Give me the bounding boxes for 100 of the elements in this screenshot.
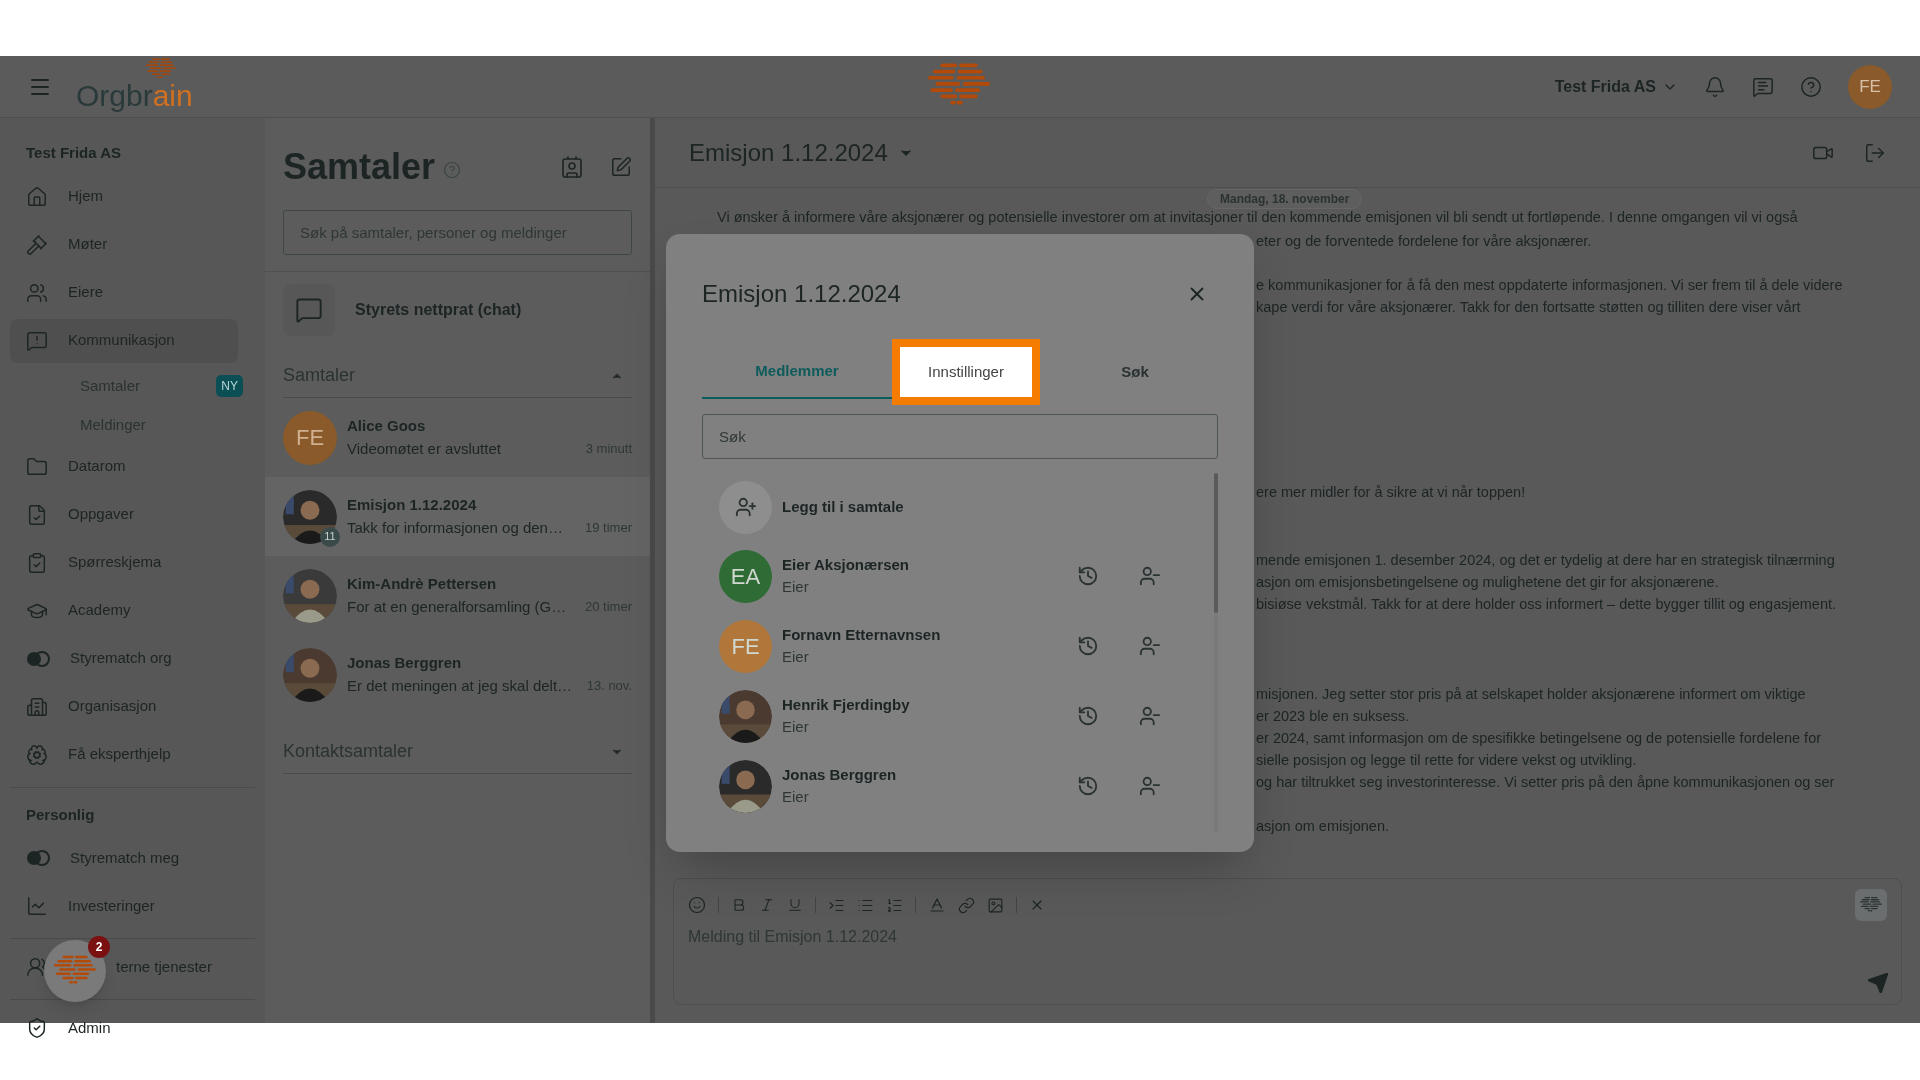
message-text: e kommunikasjoner for å få den mest oppdaterte informasjonen. Vi ser frem til å dele videre [1256,276,1844,295]
nav-icon [26,895,48,917]
link-icon [958,896,975,914]
message-preview: For at en generalforsamling (G… [347,596,567,617]
nav-item[interactable]: terne tjenester [116,955,212,979]
message-text: asjon om emisjonsbetingelsene og mulighetene det gir for aksjonærene. [1256,573,1720,592]
emoji-icon [688,896,706,914]
remove-member-button[interactable] [1139,565,1161,587]
nav-item[interactable]: Hjem [68,185,103,208]
message-text: asjon om emisjonen. [1256,817,1390,836]
new-badge: NY [216,375,243,397]
ai-button[interactable] [1855,889,1887,921]
history-button[interactable] [1077,565,1099,587]
nav-item[interactable]: Academy [68,599,131,622]
nav-item[interactable]: Møter [68,233,108,256]
conversation-name: Kim-Andrè Pettersen [347,574,498,594]
remove-member-button[interactable] [1139,635,1161,657]
overlapping-circles-icon [26,650,50,667]
compose-icon [610,156,632,178]
member-name: Fornavn Etternavnsen [782,624,942,645]
page-title: Samtaler [283,145,436,189]
nav-icon [26,551,48,574]
message-text: er 2024, samt informasjon om de spesifikke betingelsene og de potensielle fordelene for [1256,729,1823,748]
italic-icon [759,897,775,913]
conversation-name: Jonas Berggren [347,653,463,673]
nav-icon [26,281,48,304]
message-text: ere mer midler for å sikre at vi når toppen! [1256,483,1527,502]
nav-item[interactable]: Eiere [68,281,104,304]
bell-icon [1704,75,1726,98]
message-text: eter og de forventede fordelene for våre aksjonærer. [1256,232,1593,251]
underline-icon [787,897,803,913]
avatar: FE [283,410,337,465]
member-role: Eier [782,647,810,667]
nav-item[interactable]: Investeringer [68,894,155,918]
text-color-icon [928,896,946,914]
member-role: Eier [782,787,810,807]
nav-item[interactable]: Organisasjon [68,695,157,718]
company-selector[interactable]: Test Frida AS [1554,74,1678,99]
nav-item[interactable]: Spørreskjema [68,551,162,574]
nav-icon [26,185,48,208]
section-heading: Personlig [25,804,96,825]
search-field[interactable]: Søk [702,414,1218,459]
bold-icon [731,897,747,913]
member-name: Jonas Berggren [782,764,898,785]
nav-item[interactable]: Styrematch meg [70,846,180,870]
messages-icon [1752,75,1774,98]
dialog-title: Emisjon 1.12.2024 [702,279,901,309]
leave-icon [1864,141,1886,164]
nav-item[interactable]: Datarom [68,455,126,478]
numbered-list-icon [886,896,903,914]
message-text: er 2023 ble en suksess. [1256,707,1411,726]
notification-badge: 2 [88,936,110,958]
message-preview: Er det meningen at jeg skal delt… [347,675,573,696]
history-button[interactable] [1077,705,1099,727]
overlapping-circles-icon [26,850,50,866]
image-icon [987,896,1004,914]
chat-icon [295,296,323,324]
message-text: sielle posisjon og legge til rette for videre vekst og utvikling. [1256,751,1638,770]
nav-icon [26,455,48,478]
tab[interactable]: Innstillinger [892,339,1040,405]
nav-item[interactable]: Få eksperthjelp [68,743,171,766]
avatar: FE [719,619,772,673]
logo-icon [1860,896,1882,914]
help-icon [443,161,462,179]
scrollbar-thumb[interactable] [1214,473,1218,613]
remove-member-button[interactable] [1139,705,1161,727]
message-text: misjonen. Jeg setter stor pris på at selskapet holder aksjonærene informert om viktige [1256,685,1807,704]
member-name: Eier Aksjonærsen [782,554,910,575]
nav-icon [26,329,48,352]
nav-item[interactable]: Admin [68,1016,111,1040]
history-button[interactable] [1077,635,1099,657]
remove-member-button[interactable] [1139,775,1161,797]
conversation-name: Emisjon 1.12.2024 [347,495,478,515]
nav-icon [26,233,48,256]
message-text: kape verdi for våre aksjonærer. Takk for den fortsatte støtten og tilliten dere viser vårt [1256,298,1802,317]
board-chat-link[interactable]: Styrets nettprat (chat) [355,298,522,322]
nav-item[interactable]: Styrematch org [70,647,172,670]
message-text: og har tiltrukket seg investorinteresse. Vi setter pris på den åpne kommunikasjonen og ser [1256,773,1836,792]
nav-item[interactable]: Oppgaver [68,503,134,526]
logo-icon [146,57,176,81]
message-text: mende emisjonen 1. desember 2024, og det er tydelig at dere har en strategisk tilnærming [1256,551,1836,570]
nav-icon [26,743,48,766]
help-icon [1800,75,1822,98]
user-avatar[interactable]: FE [1848,64,1892,109]
nav-icon [26,695,48,718]
history-button[interactable] [1077,775,1099,797]
add-member-row[interactable]: Legg til i samtale [702,473,1188,541]
member-role: Eier [782,717,810,737]
send-button[interactable] [1867,972,1889,994]
message-preview: Takk for informasjonen og den… [347,517,563,538]
message-text: bisiøse vekstmål. Takk for at dere holder oss informert – dette bygger tillit og engasjement. [1256,595,1837,614]
chat-title[interactable]: Emisjon 1.12.2024 [689,134,888,171]
tab[interactable]: Søk [1040,345,1230,399]
member-role: Eier [782,577,810,597]
section-heading: Test Frida AS [25,143,123,163]
conversation-name: Alice Goos [347,416,427,436]
message-preview: Videomøtet er avsluttet [347,438,501,459]
member-name: Henrik Fjerdingby [782,694,911,715]
nav-icon [26,1017,48,1039]
contacts-icon [560,155,584,179]
